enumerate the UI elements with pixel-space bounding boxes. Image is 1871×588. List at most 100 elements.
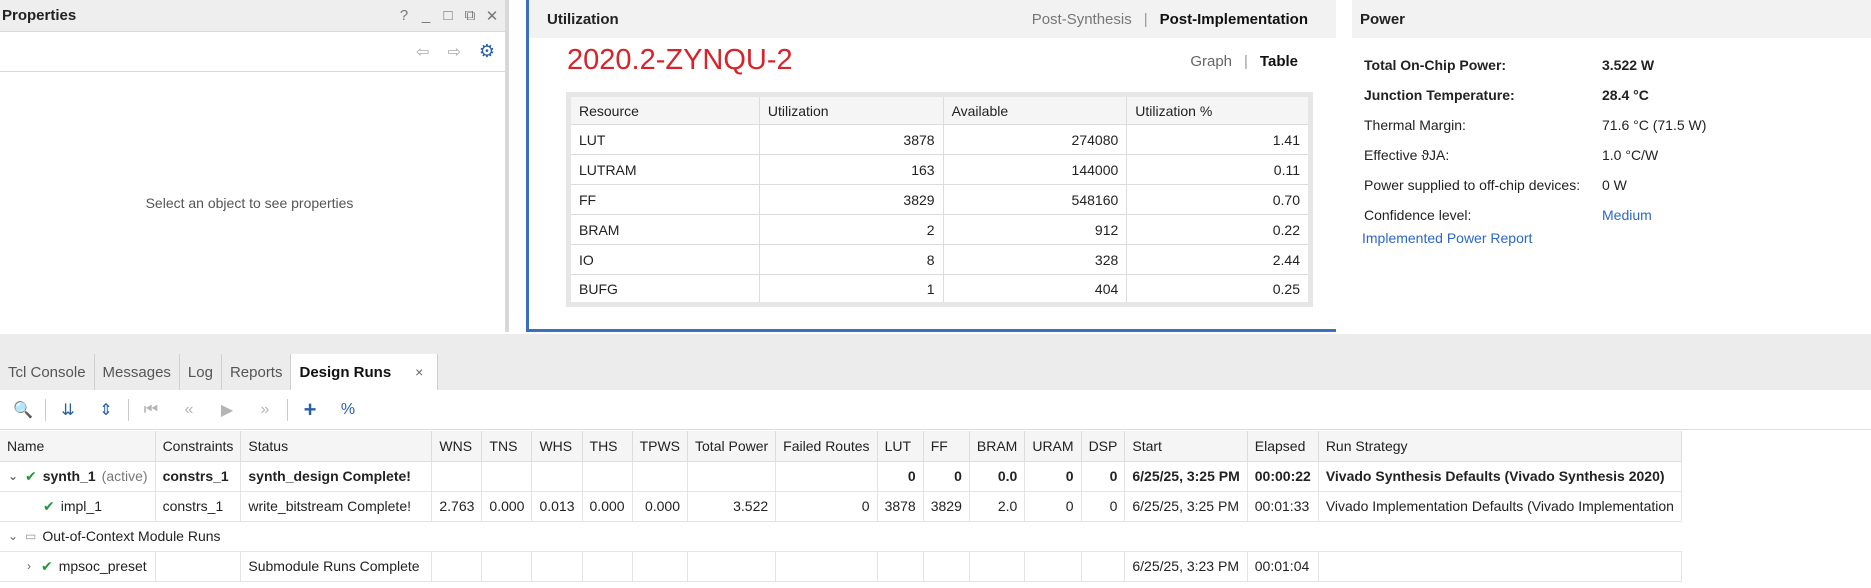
column-header[interactable]: Total Power [687,431,777,462]
column-header[interactable]: Utilization [759,94,944,125]
constraints-cell: constrs_1 [155,461,242,492]
column-header[interactable]: Available [943,94,1128,125]
first-icon[interactable]: ⏮ [132,395,170,425]
column-header[interactable]: Resource [568,94,760,125]
tab-post-synthesis[interactable]: Post-Synthesis [1032,11,1132,28]
group-row-ooc[interactable]: ⌄ ▭ Out-of-Context Module Runs [0,521,1682,552]
column-header[interactable]: URAM [1024,431,1082,462]
percent-cell: 2.44 [1126,244,1311,275]
column-header[interactable]: WNS [431,431,483,462]
column-header[interactable]: WHS [531,431,583,462]
forward-arrow-icon[interactable]: ⇨ [447,42,460,62]
status-cell: write_bitstream Complete! [240,491,433,522]
available-cell: 144000 [943,154,1128,185]
resource-cell: FF [568,184,760,215]
maximize-icon[interactable]: □ [439,7,457,25]
table-row[interactable]: IO 8 328 2.44 [568,244,1311,275]
collapse-all-icon[interactable]: ⇊ [49,395,87,425]
next-icon[interactable]: » [246,395,284,425]
back-arrow-icon[interactable]: ⇦ [416,42,429,62]
table-row[interactable]: LUT 3878 274080 1.41 [568,124,1311,155]
column-header[interactable]: TPWS [632,431,689,462]
uram-cell [1024,551,1082,582]
tab-graph[interactable]: Graph [1190,53,1232,70]
run-row-impl[interactable]: ✔ impl_1 constrs_1 write_bitstream Compl… [0,491,1682,522]
tab-messages[interactable]: Messages [95,354,180,390]
previous-icon[interactable]: « [170,395,208,425]
column-header[interactable]: Utilization % [1126,94,1311,125]
confidence-link[interactable]: Medium [1602,207,1652,223]
column-header[interactable]: Status [240,431,433,462]
power-value: 3.522 W [1602,57,1655,73]
column-header[interactable]: THS [582,431,633,462]
tab-post-implementation[interactable]: Post-Implementation [1160,11,1308,28]
power-row-offchip: Power supplied to off-chip devices: 0 W [1364,170,1706,200]
search-icon[interactable]: 🔍 [4,395,42,425]
minimize-icon[interactable]: _ [417,7,435,25]
tab-table[interactable]: Table [1260,53,1298,70]
chevron-down-icon[interactable]: ⌄ [7,469,19,483]
column-header[interactable]: DSP [1081,431,1126,462]
chevron-right-icon[interactable]: › [23,559,35,573]
lut-cell [877,551,924,582]
tab-log[interactable]: Log [180,354,222,390]
tab-label: Design Runs [299,363,392,381]
toolbar-divider [45,398,46,421]
available-cell: 912 [943,214,1128,245]
table-row[interactable]: FF 3829 548160 0.70 [568,184,1311,215]
horizontal-splitter[interactable] [0,334,1871,352]
strategy-cell: Vivado Implementation Defaults (Vivado I… [1318,491,1682,522]
tab-tcl-console[interactable]: Tcl Console [0,354,95,390]
gear-icon[interactable]: ⚙ [479,41,495,62]
column-header[interactable]: Elapsed [1247,431,1319,462]
available-cell: 274080 [943,124,1128,155]
column-header[interactable]: Name [0,431,156,462]
utilization-cell: 8 [759,244,944,275]
chevron-down-icon[interactable]: ⌄ [7,529,19,543]
column-header[interactable]: Start [1124,431,1248,462]
window-controls: ? _ □ ⧉ ✕ [395,7,501,25]
tns-cell [481,551,533,582]
utilization-table: Resource Utilization Available Utilizati… [566,92,1313,307]
expand-all-icon[interactable]: ⇕ [87,395,125,425]
column-header[interactable]: LUT [877,431,924,462]
column-header[interactable]: Constraints [155,431,242,462]
power-label: Total On-Chip Power: [1364,57,1507,73]
column-header[interactable]: Run Strategy [1318,431,1682,462]
run-name: mpsoc_preset [58,558,147,574]
column-header[interactable]: BRAM [969,431,1026,462]
utilization-panel: Utilization Post-Synthesis | Post-Implem… [526,0,1336,332]
ff-cell: 0 [923,461,970,492]
panel-splitter[interactable] [505,0,509,332]
power-title: Power [1360,10,1406,28]
start-cell: 6/25/25, 3:23 PM [1124,551,1248,582]
device-name: 2020.2-ZYNQU-2 [567,44,793,76]
column-header[interactable]: Failed Routes [775,431,878,462]
float-icon[interactable]: ⧉ [461,7,479,25]
tab-design-runs[interactable]: Design Runs × [291,354,439,390]
play-icon[interactable]: ▶ [208,395,246,425]
table-row[interactable]: LUTRAM 163 144000 0.11 [568,154,1311,185]
power-row-total: Total On-Chip Power: 3.522 W [1364,50,1706,80]
close-icon[interactable]: ✕ [483,7,501,25]
table-row[interactable]: BRAM 2 912 0.22 [568,214,1311,245]
percent-icon[interactable]: % [329,395,367,425]
utilization-title: Utilization [547,10,619,28]
resource-cell: IO [568,244,760,275]
power-report-link[interactable]: Implemented Power Report [1362,230,1532,246]
column-header[interactable]: FF [923,431,970,462]
percent-cell: 0.22 [1126,214,1311,245]
add-run-icon[interactable]: + [291,395,329,425]
power-panel: Power Total On-Chip Power: 3.522 W Junct… [1352,0,1871,332]
column-header[interactable]: TNS [481,431,533,462]
run-row-synth[interactable]: ⌄ ✔ synth_1 (active) constrs_1 synth_des… [0,461,1682,492]
strategy-cell [1318,551,1682,582]
table-row[interactable]: BUFG 1 404 0.25 [568,274,1311,305]
close-icon[interactable]: × [415,364,423,380]
tab-reports[interactable]: Reports [222,354,292,390]
run-name-cell: › ✔ mpsoc_preset [0,551,156,582]
properties-body: Select an object to see properties [0,73,507,332]
strategy-cell: Vivado Synthesis Defaults (Vivado Synthe… [1318,461,1682,492]
run-row-mpsoc[interactable]: › ✔ mpsoc_preset Submodule Runs Complete… [0,551,1682,582]
help-icon[interactable]: ? [395,7,413,25]
